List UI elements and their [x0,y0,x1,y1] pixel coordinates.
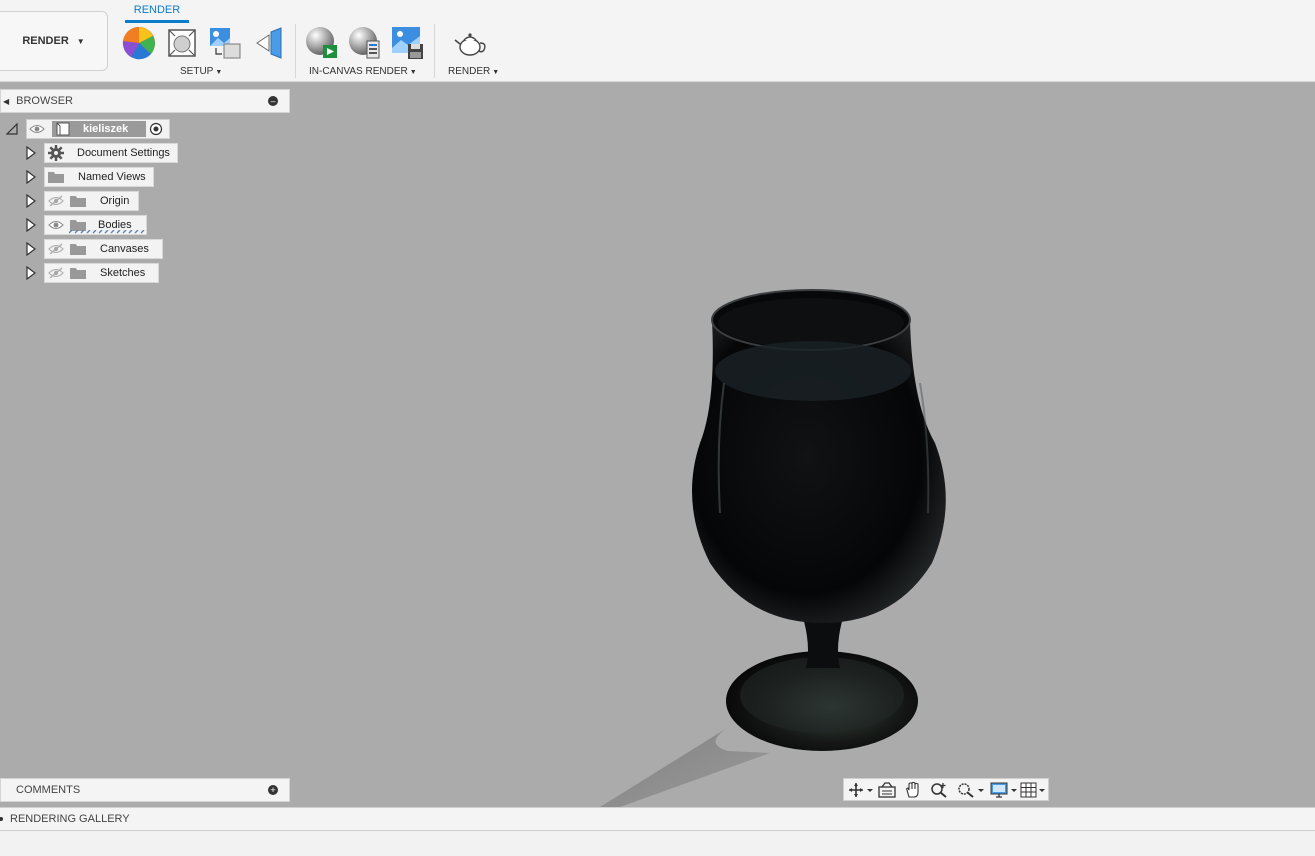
tree-expand-icon[interactable] [25,218,37,232]
tree-expand-icon[interactable] [25,266,37,280]
workspace-switcher-button[interactable]: RENDER ▼ [0,11,108,71]
appearance-icon[interactable] [122,26,156,60]
tree-expand-icon[interactable] [25,242,37,256]
in-canvas-render-dropdown[interactable]: IN-CANVAS RENDER ▼ [309,66,417,77]
workspace-label: RENDER [22,35,69,47]
tree-item-canvases[interactable]: Canvases [44,239,163,259]
tree-item-label: Document Settings [77,147,170,159]
gallery-expand-icon[interactable] [0,817,3,821]
tree-item-named-views[interactable]: Named Views [44,167,154,187]
navigation-bar [843,778,1049,801]
eye-hidden-icon[interactable] [48,195,64,207]
render-group-label: RENDER [448,66,491,77]
toolbar-divider [434,24,435,78]
tab-render[interactable]: RENDER [125,4,189,23]
browser-panel-header[interactable]: ◀ BROWSER – [0,89,290,113]
tree-expand-icon[interactable] [25,194,37,208]
eye-hidden-icon[interactable] [48,243,64,255]
status-bar [0,831,1315,856]
browser-title: BROWSER [16,95,73,107]
capture-image-icon[interactable] [391,26,425,60]
caret-down-icon: ▼ [215,69,223,76]
tree-expand-icon[interactable] [25,146,37,160]
rendering-gallery-title: RENDERING GALLERY [10,813,130,825]
setup-label: SETUP [180,66,214,77]
canvas-viewport[interactable] [0,83,1315,807]
gear-icon [48,145,64,161]
component-icon [56,122,70,136]
tree-item-label: Canvases [100,243,149,255]
in-canvas-render-label: IN-CANVAS RENDER [309,66,408,77]
in-canvas-render-icon[interactable] [305,26,339,60]
scene-settings-icon[interactable] [165,26,199,60]
caret-down-icon: ▼ [76,36,85,46]
activate-radio-icon[interactable] [149,122,163,136]
eye-hidden-icon[interactable] [48,267,64,279]
tree-item-bodies[interactable]: Bodies [44,215,147,235]
folder-icon [70,196,86,207]
add-comment-icon[interactable]: + [268,785,278,795]
folder-icon [70,244,86,255]
minimize-icon[interactable]: – [268,96,278,106]
grid-settings-icon[interactable] [1020,782,1048,798]
render-dropdown[interactable]: RENDER ▼ [448,66,499,77]
tree-item-sketches[interactable]: Sketches [44,263,159,283]
look-at-icon[interactable] [878,782,896,798]
toolbar: RENDER ▼ RENDER SETUP ▼ IN-CANVAS RENDER… [0,0,1315,82]
tree-item-origin[interactable]: Origin [44,191,139,211]
orbit-icon[interactable] [848,782,874,798]
tree-item-label: Origin [100,195,130,207]
eye-icon[interactable] [29,123,45,135]
tree-item-label: Named Views [78,171,146,183]
tree-item-label: Sketches [100,267,146,279]
zoom-icon[interactable] [930,782,948,798]
teapot-render-icon[interactable] [454,26,488,60]
rendering-gallery-bar[interactable]: RENDERING GALLERY [0,807,1315,831]
caret-down-icon: ▼ [492,69,500,76]
caret-down-icon: ▼ [409,69,417,76]
display-settings-icon[interactable] [990,782,1020,798]
decal-icon[interactable] [253,26,287,60]
tree-collapse-icon[interactable] [6,122,18,136]
fit-zoom-window-icon[interactable] [956,782,986,798]
in-canvas-render-settings-icon[interactable] [348,26,382,60]
setup-dropdown[interactable]: SETUP ▼ [180,66,222,77]
eye-icon[interactable] [48,219,64,231]
folder-icon [48,172,64,183]
browser-root-node[interactable]: kieliszek [26,119,170,139]
tree-expand-icon[interactable] [25,170,37,184]
tree-item-document-settings[interactable]: Document Settings [44,143,178,163]
rendered-glass-model [600,289,946,807]
folder-icon [70,268,86,279]
comments-panel-header[interactable]: COMMENTS + [0,778,290,802]
environment-library-icon[interactable] [208,26,242,60]
comments-title: COMMENTS [16,784,81,796]
pan-hand-icon[interactable] [904,782,922,798]
toolbar-divider [295,24,296,78]
collapse-arrow-icon[interactable]: ◀ [3,97,9,106]
hatch-underline [69,230,145,234]
